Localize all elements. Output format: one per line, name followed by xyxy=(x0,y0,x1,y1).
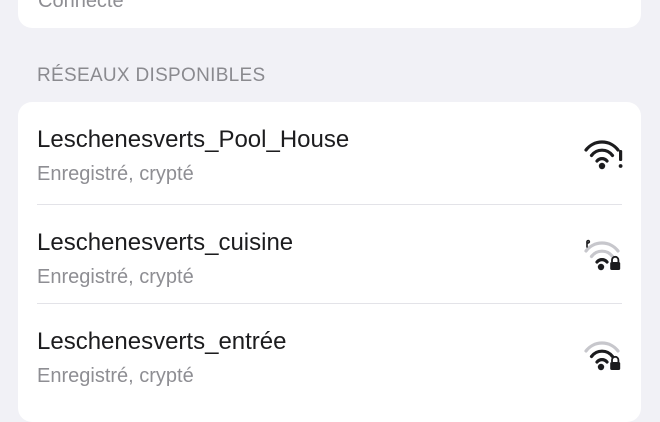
network-row-entree[interactable]: Leschenesverts_entrée Enregistré, crypté xyxy=(18,304,641,404)
connected-network-card[interactable]: Connecté xyxy=(18,0,641,28)
wifi-lock-weak-icon xyxy=(583,237,625,273)
network-status: Enregistré, crypté xyxy=(37,163,194,185)
network-status: Enregistré, crypté xyxy=(37,365,194,387)
network-row-pool-house[interactable]: Leschenesverts_Pool_House Enregistré, cr… xyxy=(18,102,641,202)
network-row-cuisine[interactable]: Leschenesverts_cuisine Enregistré, crypt… xyxy=(18,205,641,305)
wifi-lock-icon xyxy=(583,337,625,373)
network-name: Leschenesverts_Pool_House xyxy=(37,126,350,153)
network-name: Leschenesverts_entrée xyxy=(37,328,287,355)
network-name: Leschenesverts_cuisine xyxy=(37,229,294,256)
available-networks-header: RÉSEAUX DISPONIBLES xyxy=(37,65,266,86)
wifi-warning-icon xyxy=(583,136,625,172)
network-status: Enregistré, crypté xyxy=(37,266,194,288)
available-networks-list: Leschenesverts_Pool_House Enregistré, cr… xyxy=(18,102,641,422)
connected-status: Connecté xyxy=(38,0,124,12)
